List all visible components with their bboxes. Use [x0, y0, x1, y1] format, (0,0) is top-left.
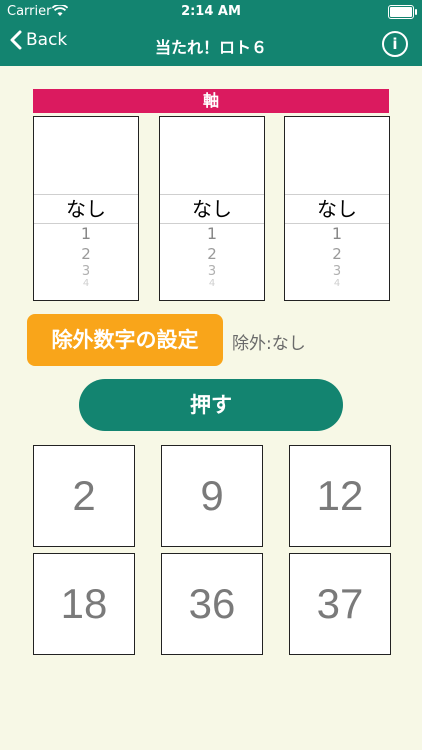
top-bar: Carrier 2:14 AM Back 当たれ！ロト６ i: [0, 0, 422, 66]
picker-selected-value: なし: [285, 194, 389, 224]
exclude-settings-button[interactable]: 除外数字の設定: [27, 314, 223, 366]
picker-option: 3: [207, 264, 217, 279]
picker-option: 1: [80, 224, 92, 243]
result-number: 37: [289, 553, 391, 655]
picker-option: 3: [332, 264, 342, 279]
picker-option: 2: [207, 245, 217, 263]
picker-option: 1: [331, 224, 343, 243]
picker-selected-value: なし: [160, 194, 264, 224]
result-number: 36: [161, 553, 263, 655]
result-number: 12: [289, 445, 391, 547]
exclude-status-label: 除外:なし: [232, 334, 306, 354]
picker-option: 2: [81, 245, 91, 263]
push-button[interactable]: 押す: [79, 379, 343, 431]
result-number: 9: [161, 445, 263, 547]
picker-option: 2: [332, 245, 342, 263]
axis-picker-3[interactable]: なし 1 2 3 4: [284, 116, 390, 301]
picker-option: 1: [206, 224, 218, 243]
picker-option: 3: [81, 264, 91, 279]
battery-icon: [388, 5, 417, 19]
navigation-bar: Back 当たれ！ロト６ i: [0, 22, 422, 66]
axis-picker-1[interactable]: なし 1 2 3 4: [33, 116, 139, 301]
result-number: 2: [33, 445, 135, 547]
axis-picker-2[interactable]: なし 1 2 3 4: [159, 116, 265, 301]
axis-header: 軸: [33, 89, 389, 113]
info-icon[interactable]: i: [382, 31, 408, 57]
result-number: 18: [33, 553, 135, 655]
clock: 2:14 AM: [181, 4, 241, 19]
picker-option: 4: [333, 278, 341, 289]
picker-selected-value: なし: [34, 194, 138, 224]
picker-option: 4: [208, 278, 216, 289]
picker-option: 4: [82, 278, 90, 289]
page-title: 当たれ！ロト６: [154, 38, 267, 57]
status-bar: Carrier 2:14 AM: [0, 0, 422, 22]
